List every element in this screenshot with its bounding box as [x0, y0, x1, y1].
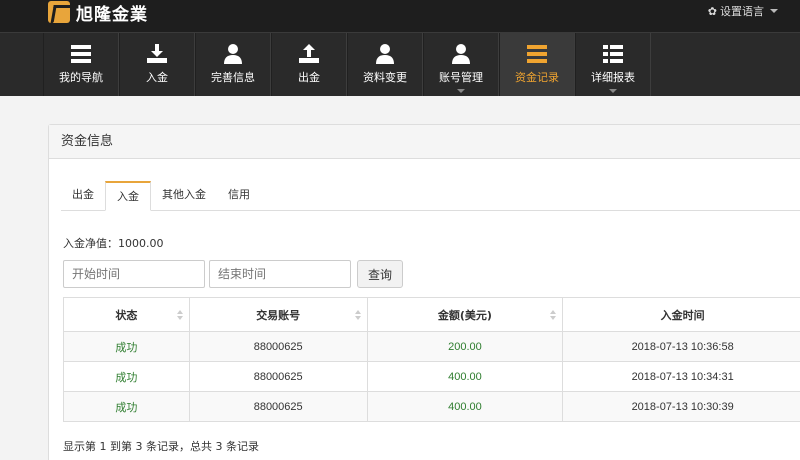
top-bar: 旭隆金業 ✿ 设置语言: [0, 0, 800, 32]
chevron-down-icon: [609, 89, 617, 93]
menu-icon: [70, 33, 92, 69]
header-amount[interactable]: 金额(美元): [366, 297, 564, 332]
cell-account: 88000625: [188, 361, 368, 392]
sort-icon: [354, 310, 361, 320]
query-button[interactable]: 查询: [357, 260, 403, 288]
header-label: 状态: [115, 308, 138, 322]
nav-item-withdraw[interactable]: 出金: [271, 33, 347, 96]
nav-label: 入金: [146, 71, 168, 84]
table-row: 成功 88000625 400.00 2018-07-13 10:30:39: [63, 391, 800, 422]
nav-item-deposit[interactable]: 入金: [119, 33, 195, 96]
user-icon: [450, 33, 472, 69]
list-icon: [602, 33, 624, 69]
table-header-row: 状态 交易账号 金额(美元) 入金时间: [63, 297, 800, 332]
end-time-input[interactable]: [209, 260, 351, 288]
language-label: 设置语言: [720, 5, 764, 18]
nav-item-profile-change[interactable]: 资料变更: [347, 33, 423, 96]
nav-label: 账号管理: [439, 71, 483, 84]
header-status[interactable]: 状态: [63, 297, 190, 332]
cell-amount: 200.00: [366, 331, 564, 362]
net-deposit: 入金净值：1000.00: [63, 237, 164, 250]
cell-status: 成功: [63, 331, 190, 362]
nav-label: 资料变更: [363, 71, 407, 84]
sort-icon: [550, 310, 557, 320]
nav-label: 资金记录: [515, 71, 559, 84]
brand-name: 旭隆金業: [76, 4, 148, 25]
main-nav: 我的导航 入金 完善信息 出金 资料变更 账号管理 资金记录 详细报表: [0, 32, 800, 96]
gear-icon: ✿: [707, 4, 717, 18]
search-row: 查询: [63, 260, 403, 288]
chevron-down-icon: [457, 89, 465, 93]
cell-amount: 400.00: [366, 391, 564, 422]
tab-withdraw[interactable]: 出金: [61, 181, 105, 211]
user-icon: [222, 33, 244, 69]
user-icon: [374, 33, 396, 69]
brand-logo[interactable]: 旭隆金業: [48, 0, 148, 25]
deposit-table-wrap: 状态 交易账号 金额(美元) 入金时间 成功 88000625 200.00 2…: [63, 297, 800, 422]
nav-label: 我的导航: [59, 71, 103, 84]
cell-status: 成功: [63, 361, 190, 392]
sort-icon: [176, 310, 183, 320]
upload-icon: [298, 33, 320, 69]
download-icon: [146, 33, 168, 69]
deposit-table: 状态 交易账号 金额(美元) 入金时间 成功 88000625 200.00 2…: [63, 297, 800, 422]
menu-icon: [526, 33, 548, 69]
header-label: 入金时间: [660, 308, 705, 322]
tab-other-deposit[interactable]: 其他入金: [151, 181, 217, 211]
cell-account: 88000625: [188, 331, 368, 362]
cell-account: 88000625: [188, 391, 368, 422]
nav-label: 出金: [298, 71, 320, 84]
tab-deposit[interactable]: 入金: [105, 181, 151, 211]
nav-item-detailed-report[interactable]: 详细报表: [575, 33, 651, 96]
cell-time: 2018-07-13 10:36:58: [562, 331, 800, 362]
header-time[interactable]: 入金时间: [562, 297, 800, 332]
cell-status: 成功: [63, 391, 190, 422]
table-row: 成功 88000625 200.00 2018-07-13 10:36:58: [63, 331, 800, 362]
nav-item-my-nav[interactable]: 我的导航: [43, 33, 119, 96]
table-row: 成功 88000625 400.00 2018-07-13 10:34:31: [63, 361, 800, 392]
tab-bar: 出金 入金 其他入金 信用: [61, 181, 800, 211]
cell-time: 2018-07-13 10:30:39: [562, 391, 800, 422]
start-time-input[interactable]: [63, 260, 205, 288]
tab-credit[interactable]: 信用: [217, 181, 261, 211]
logo-mark-icon: [48, 1, 70, 23]
pagination-info: 显示第 1 到第 3 条记录，总共 3 条记录: [63, 440, 259, 453]
nav-label: 完善信息: [211, 71, 255, 84]
nav-item-fund-records[interactable]: 资金记录: [499, 33, 575, 96]
cell-time: 2018-07-13 10:34:31: [562, 361, 800, 392]
nav-item-account-manage[interactable]: 账号管理: [423, 33, 499, 96]
language-selector[interactable]: ✿ 设置语言: [708, 3, 778, 19]
panel-title: 资金信息: [49, 125, 800, 159]
header-account[interactable]: 交易账号: [188, 297, 368, 332]
header-label: 金额(美元): [437, 308, 492, 322]
cell-amount: 400.00: [366, 361, 564, 392]
chevron-down-icon: [770, 9, 778, 13]
nav-item-complete-info[interactable]: 完善信息: [195, 33, 271, 96]
fund-info-panel: 资金信息 出金 入金 其他入金 信用 入金净值：1000.00 查询 状态 交易…: [48, 124, 800, 460]
header-label: 交易账号: [256, 308, 301, 322]
nav-label: 详细报表: [591, 71, 635, 84]
